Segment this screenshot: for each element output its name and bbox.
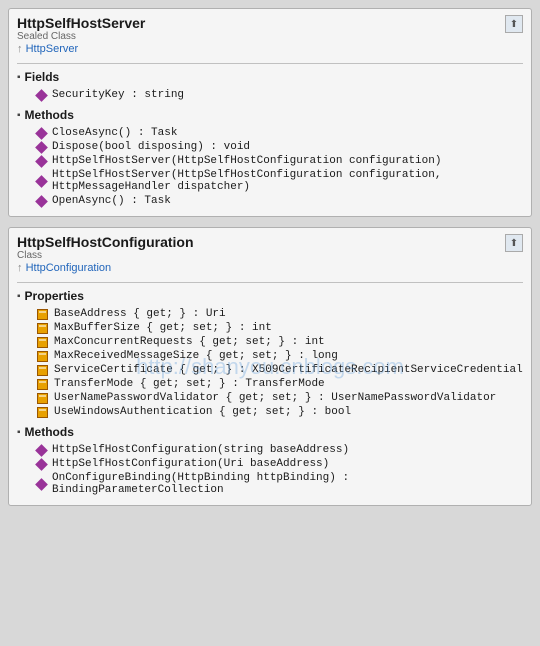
prop-icon-1 bbox=[37, 309, 48, 320]
method-ctor2: HttpSelfHostServer(HttpSelfHostConfigura… bbox=[17, 168, 523, 194]
method-icon-4 bbox=[35, 175, 48, 188]
prop-maxbuffersize: MaxBufferSize { get; set; } : int bbox=[17, 321, 523, 335]
method-dispose-text: Dispose(bool disposing) : void bbox=[52, 141, 250, 153]
prop-icon-8 bbox=[37, 407, 48, 418]
method-icon-3 bbox=[35, 155, 48, 168]
prop-icon-3 bbox=[37, 337, 48, 348]
card1-methods-section[interactable]: ▪ Methods bbox=[17, 108, 523, 122]
properties-toggle-icon: ▪ bbox=[17, 291, 21, 302]
prop-icon-6 bbox=[37, 379, 48, 390]
prop-maxconcurrentrequests: MaxConcurrentRequests { get; set; } : in… bbox=[17, 335, 523, 349]
fields-toggle-icon: ▪ bbox=[17, 72, 21, 83]
card-header-2: HttpSelfHostConfiguration Class HttpConf… bbox=[17, 234, 523, 278]
method-icon-5 bbox=[35, 195, 48, 208]
card-title-area-1: HttpSelfHostServer Sealed Class HttpServ… bbox=[17, 15, 145, 59]
fields-section-label: Fields bbox=[25, 70, 60, 84]
method2-ctor1: HttpSelfHostConfiguration(string baseAdd… bbox=[17, 443, 523, 457]
methods-toggle-icon: ▪ bbox=[17, 110, 21, 121]
method2-icon-3 bbox=[35, 478, 48, 491]
method-openasync: OpenAsync() : Task bbox=[17, 194, 523, 208]
prop-baseaddress-text: BaseAddress { get; } : Uri bbox=[54, 308, 226, 320]
method-icon-1 bbox=[35, 127, 48, 140]
method-ctor2-text: HttpSelfHostServer(HttpSelfHostConfigura… bbox=[52, 169, 523, 193]
prop-transfermode-text: TransferMode { get; set; } : TransferMod… bbox=[54, 378, 325, 390]
card2-parent: HttpConfiguration bbox=[17, 262, 194, 274]
card1-subtitle: Sealed Class bbox=[17, 31, 145, 42]
prop-maxreceivedmessagesize: MaxReceivedMessageSize { get; set; } : l… bbox=[17, 349, 523, 363]
method2-icon-2 bbox=[35, 458, 48, 471]
prop-usewindowsauthentication-text: UseWindowsAuthentication { get; set; } :… bbox=[54, 406, 351, 418]
card1-fields-section[interactable]: ▪ Fields bbox=[17, 70, 523, 84]
card2-methods-section-label: Methods bbox=[25, 425, 74, 439]
card2-methods-section[interactable]: ▪ Methods bbox=[17, 425, 523, 439]
prop-usewindowsauthentication: UseWindowsAuthentication { get; set; } :… bbox=[17, 405, 523, 419]
methods-section-label: Methods bbox=[25, 108, 74, 122]
prop-transfermode: TransferMode { get; set; } : TransferMod… bbox=[17, 377, 523, 391]
method-closeasync-text: CloseAsync() : Task bbox=[52, 127, 177, 139]
prop-maxreceivedmessagesize-text: MaxReceivedMessageSize { get; set; } : l… bbox=[54, 350, 338, 362]
divider-1 bbox=[17, 63, 523, 64]
divider-2 bbox=[17, 282, 523, 283]
prop-icon-2 bbox=[37, 323, 48, 334]
card2-subtitle: Class bbox=[17, 250, 194, 261]
prop-usernamepasswordvalidator-text: UserNamePasswordValidator { get; set; } … bbox=[54, 392, 496, 404]
method-ctor1-text: HttpSelfHostServer(HttpSelfHostConfigura… bbox=[52, 155, 441, 167]
method2-ctor1-text: HttpSelfHostConfiguration(string baseAdd… bbox=[52, 444, 349, 456]
card-header-1: HttpSelfHostServer Sealed Class HttpServ… bbox=[17, 15, 523, 59]
method2-icon-1 bbox=[35, 444, 48, 457]
card1-collapse-button[interactable]: ⬆ bbox=[505, 15, 523, 33]
card1-parent: HttpServer bbox=[17, 43, 145, 55]
card1-title: HttpSelfHostServer bbox=[17, 15, 145, 31]
method-openasync-text: OpenAsync() : Task bbox=[52, 195, 171, 207]
prop-icon-7 bbox=[37, 393, 48, 404]
prop-baseaddress: BaseAddress { get; } : Uri bbox=[17, 307, 523, 321]
method-closeasync: CloseAsync() : Task bbox=[17, 126, 523, 140]
prop-icon-4 bbox=[37, 351, 48, 362]
method2-onconfigurebinding-text: OnConfigureBinding(HttpBinding httpBindi… bbox=[52, 472, 523, 496]
prop-usernamepasswordvalidator: UserNamePasswordValidator { get; set; } … bbox=[17, 391, 523, 405]
prop-servicecertificate-text: ServiceCertificate { get; } : X509Certif… bbox=[54, 364, 523, 376]
card2-properties-section[interactable]: ▪ Properties bbox=[17, 289, 523, 303]
field-securitykey: SecurityKey : string bbox=[17, 88, 523, 102]
prop-maxbuffersize-text: MaxBufferSize { get; set; } : int bbox=[54, 322, 272, 334]
field-icon bbox=[35, 89, 48, 102]
prop-maxconcurrentrequests-text: MaxConcurrentRequests { get; set; } : in… bbox=[54, 336, 325, 348]
prop-servicecertificate: ServiceCertificate { get; } : X509Certif… bbox=[17, 363, 523, 377]
card-httpselfhostconfiguration: http://shanyou.cnblogs.com HttpSelfHostC… bbox=[8, 227, 532, 506]
card2-collapse-button[interactable]: ⬆ bbox=[505, 234, 523, 252]
card2-methods-toggle-icon: ▪ bbox=[17, 427, 21, 438]
prop-icon-5 bbox=[37, 365, 48, 376]
method2-ctor2: HttpSelfHostConfiguration(Uri baseAddres… bbox=[17, 457, 523, 471]
card-httpselfhostserver: HttpSelfHostServer Sealed Class HttpServ… bbox=[8, 8, 532, 217]
method2-onconfigurebinding: OnConfigureBinding(HttpBinding httpBindi… bbox=[17, 471, 523, 497]
method-dispose: Dispose(bool disposing) : void bbox=[17, 140, 523, 154]
properties-section-label: Properties bbox=[25, 289, 84, 303]
method-icon-2 bbox=[35, 141, 48, 154]
method-ctor1: HttpSelfHostServer(HttpSelfHostConfigura… bbox=[17, 154, 523, 168]
field-securitykey-text: SecurityKey : string bbox=[52, 89, 184, 101]
card2-title: HttpSelfHostConfiguration bbox=[17, 234, 194, 250]
method2-ctor2-text: HttpSelfHostConfiguration(Uri baseAddres… bbox=[52, 458, 329, 470]
card-title-area-2: HttpSelfHostConfiguration Class HttpConf… bbox=[17, 234, 194, 278]
